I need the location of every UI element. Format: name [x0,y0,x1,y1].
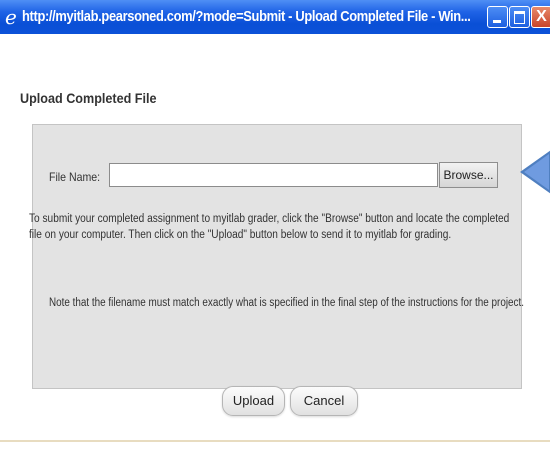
upload-form-panel: File Name: Browse... To submit your comp… [29,124,524,389]
ie-icon: e [5,5,17,29]
popup-window: e http://myitlab.pearsoned.com/?mode=Sub… [0,0,550,440]
close-icon: X [536,8,547,25]
close-button[interactable]: X [531,6,550,28]
page-content: Upload Completed File File Name: Browse.… [0,34,550,440]
bottom-strip [0,440,550,466]
page-title: Upload Completed File [20,90,157,106]
window-title: http://myitlab.pearsoned.com/?mode=Submi… [22,8,471,25]
minimize-button[interactable] [487,6,508,28]
upload-instructions: To submit your completed assignment to m… [29,213,510,241]
file-name-input[interactable] [109,163,438,187]
file-name-label: File Name: [49,170,101,184]
browse-button[interactable]: Browse... [439,162,498,188]
title-bar[interactable]: e http://myitlab.pearsoned.com/?mode=Sub… [0,0,550,34]
maximize-button[interactable] [509,6,530,28]
filename-note: Note that the filename must match exactl… [49,297,524,309]
callout-arrow-highlight [524,154,549,190]
cancel-button[interactable]: Cancel [290,386,358,416]
upload-button[interactable]: Upload [222,386,285,416]
